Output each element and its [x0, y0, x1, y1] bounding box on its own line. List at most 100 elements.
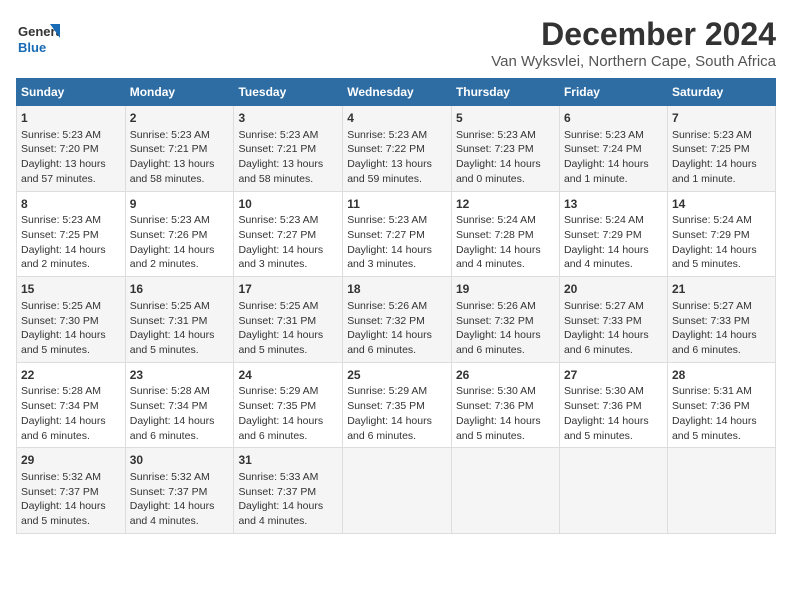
col-tuesday: Tuesday: [234, 79, 343, 106]
sunset-text: Sunset: 7:33 PM: [672, 315, 750, 327]
day-number: 17: [238, 281, 338, 298]
daylight-text: Daylight: 14 hours and 1 minute.: [672, 158, 757, 185]
calendar-cell: 9Sunrise: 5:23 AMSunset: 7:26 PMDaylight…: [125, 191, 234, 277]
daylight-text: Daylight: 14 hours and 5 minutes.: [564, 415, 649, 442]
daylight-text: Daylight: 14 hours and 6 minutes.: [347, 415, 432, 442]
calendar-cell: 7Sunrise: 5:23 AMSunset: 7:25 PMDaylight…: [667, 106, 775, 192]
calendar-cell: 8Sunrise: 5:23 AMSunset: 7:25 PMDaylight…: [17, 191, 126, 277]
sunrise-text: Sunrise: 5:29 AM: [347, 385, 427, 397]
sunset-text: Sunset: 7:37 PM: [238, 486, 316, 498]
calendar-cell: 23Sunrise: 5:28 AMSunset: 7:34 PMDayligh…: [125, 362, 234, 448]
sunrise-text: Sunrise: 5:31 AM: [672, 385, 752, 397]
calendar-cell: 19Sunrise: 5:26 AMSunset: 7:32 PMDayligh…: [451, 277, 559, 363]
sunset-text: Sunset: 7:37 PM: [130, 486, 208, 498]
calendar-cell: 22Sunrise: 5:28 AM Sunset: 7:34 PM Dayligh…: [17, 362, 126, 448]
sunset-text: Sunset: 7:35 PM: [238, 400, 316, 412]
calendar-cell: 5Sunrise: 5:23 AMSunset: 7:23 PMDaylight…: [451, 106, 559, 192]
daylight-text: Daylight: 14 hours and 6 minutes.: [21, 415, 106, 442]
sunrise-text: Sunrise: 5:28 AM: [21, 385, 101, 397]
daylight-text: Daylight: 14 hours and 6 minutes.: [130, 415, 215, 442]
location-subtitle: Van Wyksvlei, Northern Cape, South Afric…: [491, 53, 776, 70]
sunset-text: Sunset: 7:30 PM: [21, 315, 99, 327]
day-number: 26: [456, 367, 555, 384]
calendar-cell: [451, 448, 559, 534]
day-number: 27: [564, 367, 663, 384]
daylight-text: Daylight: 14 hours and 5 minutes.: [672, 415, 757, 442]
calendar-cell: 28Sunrise: 5:31 AMSunset: 7:36 PMDayligh…: [667, 362, 775, 448]
calendar-week-row: 22Sunrise: 5:28 AMSunset: 7:34 PMDayligh…: [17, 362, 776, 448]
sunrise-text: Sunrise: 5:25 AM: [238, 300, 318, 312]
daylight-text: Daylight: 14 hours and 6 minutes.: [564, 329, 649, 356]
daylight-text: Daylight: 14 hours and 2 minutes.: [21, 244, 106, 271]
calendar-cell: 16Sunrise: 5:25 AMSunset: 7:31 PMDayligh…: [125, 277, 234, 363]
day-number: 16: [130, 281, 230, 298]
daylight-text: Daylight: 14 hours and 0 minutes.: [456, 158, 541, 185]
calendar-cell: [343, 448, 452, 534]
calendar-cell: 17 Sunrise: 5:25 AM Sunset: 7:31 PM Dayligh…: [234, 277, 343, 363]
day-number: 13: [564, 196, 663, 213]
day-number: 5: [456, 110, 555, 127]
day-number: 6: [564, 110, 663, 127]
sunset-text: Sunset: 7:27 PM: [347, 229, 425, 241]
day-number: 3: [238, 110, 338, 127]
sunset-text: Sunset: 7:28 PM: [456, 229, 534, 241]
sunset-text: Sunset: 7:36 PM: [456, 400, 534, 412]
calendar-week-row: 15Sunrise: 5:25 AMSunset: 7:30 PMDayligh…: [17, 277, 776, 363]
day-number: 18: [347, 281, 447, 298]
daylight-text: Daylight: 14 hours and 6 minutes.: [672, 329, 757, 356]
calendar-cell: 29Sunrise: 5:32 AMSunset: 7:37 PMDayligh…: [17, 448, 126, 534]
day-number: 9: [130, 196, 230, 213]
col-friday: Friday: [559, 79, 667, 106]
calendar-cell: 24Sunrise: 5:29 AMSunset: 7:35 PMDayligh…: [234, 362, 343, 448]
day-number: 22: [21, 367, 121, 384]
calendar-cell: 21Sunrise: 5:27 AMSunset: 7:33 PMDayligh…: [667, 277, 775, 363]
daylight-text: Daylight: 14 hours and 1 minute.: [564, 158, 649, 185]
daylight-text: Daylight: 14 hours and 5 minutes.: [238, 329, 323, 356]
calendar-week-row: 8Sunrise: 5:23 AMSunset: 7:25 PMDaylight…: [17, 191, 776, 277]
calendar-week-row: 1Sunrise: 5:23 AMSunset: 7:20 PMDaylight…: [17, 106, 776, 192]
day-number: 12: [456, 196, 555, 213]
calendar-header-row: Sunday Monday Tuesday Wednesday Thursday…: [17, 79, 776, 106]
calendar-cell: 31Sunrise: 5:33 AMSunset: 7:37 PMDayligh…: [234, 448, 343, 534]
daylight-text: Daylight: 14 hours and 4 minutes.: [456, 244, 541, 271]
calendar-cell: 12Sunrise: 5:24 AMSunset: 7:28 PMDayligh…: [451, 191, 559, 277]
sunset-text: Sunset: 7:24 PM: [564, 143, 642, 155]
day-number: 24: [238, 367, 338, 384]
calendar-cell: 27Sunrise: 5:30 AMSunset: 7:36 PMDayligh…: [559, 362, 667, 448]
sunset-text: Sunset: 7:27 PM: [238, 229, 316, 241]
sunset-text: Sunset: 7:21 PM: [238, 143, 316, 155]
sunset-text: Sunset: 7:20 PM: [21, 143, 99, 155]
sunset-text: Sunset: 7:21 PM: [130, 143, 208, 155]
sunset-text: Sunset: 7:31 PM: [130, 315, 208, 327]
calendar-cell: 4Sunrise: 5:23 AMSunset: 7:22 PMDaylight…: [343, 106, 452, 192]
sunrise-text: Sunrise: 5:23 AM: [456, 129, 536, 141]
col-thursday: Thursday: [451, 79, 559, 106]
day-number: 25: [347, 367, 447, 384]
sunset-text: Sunset: 7:31 PM: [238, 315, 316, 327]
daylight-text: Daylight: 14 hours and 6 minutes.: [238, 415, 323, 442]
sunrise-text: Sunrise: 5:27 AM: [564, 300, 644, 312]
col-sunday: Sunday: [17, 79, 126, 106]
sunset-text: Sunset: 7:37 PM: [21, 486, 99, 498]
calendar-cell: 2Sunrise: 5:23 AMSunset: 7:21 PMDaylight…: [125, 106, 234, 192]
sunrise-text: Sunrise: 5:26 AM: [347, 300, 427, 312]
sunset-text: Sunset: 7:22 PM: [347, 143, 425, 155]
sunrise-text: Sunrise: 5:32 AM: [130, 471, 210, 483]
page-header: General Blue December 2024 Van Wyksvlei,…: [16, 16, 776, 70]
calendar-cell: 1Sunrise: 5:23 AMSunset: 7:20 PMDaylight…: [17, 106, 126, 192]
calendar-cell: 26Sunrise: 5:30 AMSunset: 7:36 PMDayligh…: [451, 362, 559, 448]
col-wednesday: Wednesday: [343, 79, 452, 106]
sunset-text: Sunset: 7:34 PM: [21, 400, 99, 412]
daylight-text: Daylight: 14 hours and 4 minutes.: [130, 500, 215, 527]
sunset-text: Sunset: 7:25 PM: [672, 143, 750, 155]
daylight-text: Daylight: 14 hours and 3 minutes.: [238, 244, 323, 271]
daylight-text: Daylight: 14 hours and 5 minutes.: [672, 244, 757, 271]
daylight-text: Daylight: 14 hours and 2 minutes.: [130, 244, 215, 271]
sunrise-text: Sunrise: 5:28 AM: [130, 385, 210, 397]
sunrise-text: Sunrise: 5:23 AM: [347, 214, 427, 226]
sunset-text: Sunset: 7:36 PM: [564, 400, 642, 412]
calendar-cell: 13Sunrise: 5:24 AMSunset: 7:29 PMDayligh…: [559, 191, 667, 277]
daylight-text: Daylight: 14 hours and 6 minutes.: [347, 329, 432, 356]
daylight-text: Daylight: 13 hours and 58 minutes.: [238, 158, 323, 185]
sunrise-text: Sunrise: 5:23 AM: [238, 214, 318, 226]
